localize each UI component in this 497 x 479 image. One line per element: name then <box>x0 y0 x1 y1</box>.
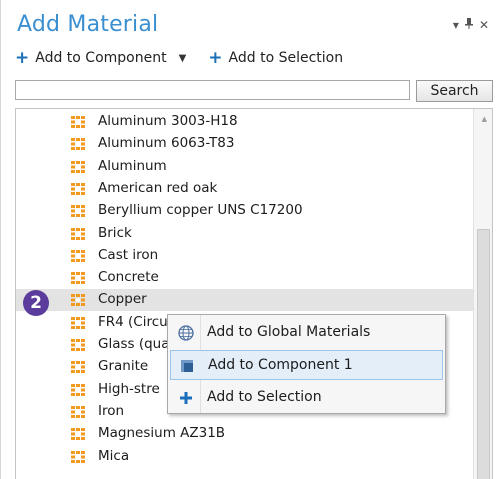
material-icon <box>71 405 85 418</box>
component-icon <box>179 358 195 374</box>
material-name: Beryllium copper UNS C17200 <box>98 202 303 219</box>
close-icon[interactable]: ✕ <box>479 18 489 32</box>
add-to-component-1-menu-item[interactable]: Add to Component 1 <box>170 350 443 380</box>
material-icon <box>71 339 85 351</box>
toolbar: + Add to Component ▼ + Add to Selection <box>15 48 365 68</box>
material-name: Magnesium AZ31B <box>98 425 226 442</box>
search-input[interactable] <box>15 80 410 100</box>
scroll-thumb[interactable] <box>477 229 490 479</box>
plus-icon <box>178 390 194 406</box>
material-icon <box>71 205 85 218</box>
material-icon <box>71 160 85 173</box>
material-icon <box>71 272 85 285</box>
panel-controls: ▾ ✕ <box>453 18 489 32</box>
material-icon <box>71 116 85 128</box>
add-to-component-button[interactable]: + Add to Component ▼ <box>15 48 187 68</box>
material-list[interactable]: Mica Magnesium AZ31B Iron High-stre Granite G… <box>15 108 493 479</box>
material-list-item[interactable]: Aluminum 3003-H18 <box>16 111 474 133</box>
material-list-item[interactable]: Aluminum <box>16 156 474 178</box>
material-name: Glass (qua <box>98 336 170 352</box>
plus-icon: + <box>15 48 30 68</box>
scroll-up-icon[interactable]: ▲ <box>482 115 487 123</box>
material-name: FR4 (Circu <box>98 313 168 330</box>
material-icon <box>71 138 85 151</box>
material-icon <box>71 383 85 396</box>
add-to-component-label: Add to Component <box>35 50 167 66</box>
material-name: Granite <box>98 358 149 375</box>
material-icon <box>71 294 85 307</box>
material-list-item[interactable]: Mica <box>16 446 474 468</box>
material-name: Brick <box>98 224 132 241</box>
material-name: Aluminum 6063-T83 <box>98 135 235 152</box>
material-list-item[interactable]: Copper <box>16 289 474 312</box>
add-to-selection-label: Add to Selection <box>228 50 344 66</box>
menu-item-label: Add to Global Materials <box>207 324 371 340</box>
vertical-scrollbar[interactable]: ▲ <box>473 109 492 479</box>
material-name: Aluminum 3003-H18 <box>98 113 238 129</box>
material-list-item[interactable]: Cast iron <box>16 245 474 267</box>
add-material-panel: Add Material ▾ ✕ + Add to Component ▼ + … <box>0 0 497 479</box>
add-to-global-materials-menu-item[interactable]: Add to Global Materials <box>170 318 443 348</box>
material-icon <box>71 249 85 262</box>
material-list-item[interactable]: American red oak <box>16 178 474 200</box>
material-icon <box>71 182 85 195</box>
material-list-item[interactable]: Aluminum 6063-T83 <box>16 133 474 155</box>
globe-icon <box>178 325 194 341</box>
search-button[interactable]: Search <box>416 80 493 102</box>
material-name: Mica <box>98 447 130 464</box>
step-badge: 2 <box>23 290 49 316</box>
material-name: Copper <box>98 291 147 308</box>
search-row: Search <box>15 80 493 102</box>
material-list-item[interactable]: Concrete <box>16 267 474 289</box>
material-icon <box>71 450 85 463</box>
material-icon <box>71 361 85 374</box>
menu-item-label: Add to Selection <box>207 389 322 405</box>
panel-menu-dropdown-icon[interactable]: ▾ <box>453 18 459 32</box>
material-name: Concrete <box>98 269 159 286</box>
menu-item-label: Add to Component 1 <box>208 357 353 373</box>
material-name: Cast iron <box>98 246 159 263</box>
plus-icon: + <box>208 48 223 68</box>
chevron-down-icon[interactable]: ▼ <box>179 53 187 64</box>
add-to-selection-menu-item[interactable]: Add to Selection <box>170 383 443 413</box>
pin-icon[interactable] <box>464 18 473 32</box>
material-icon <box>71 316 85 329</box>
material-name: Aluminum <box>98 157 167 174</box>
material-icon <box>71 227 85 240</box>
material-list-item[interactable]: Brick <box>16 223 474 245</box>
material-list-item[interactable]: Beryllium copper UNS C17200 <box>16 200 474 222</box>
material-icon <box>71 428 85 441</box>
panel-title: Add Material <box>17 12 159 37</box>
context-menu: Add to Global Materials Add to Component… <box>167 314 446 414</box>
material-name: Iron <box>98 402 125 419</box>
material-name: High-stre <box>98 380 160 397</box>
add-to-selection-button[interactable]: + Add to Selection <box>208 48 344 68</box>
material-name: American red oak <box>98 179 218 196</box>
material-list-item[interactable]: Magnesium AZ31B <box>16 423 474 445</box>
